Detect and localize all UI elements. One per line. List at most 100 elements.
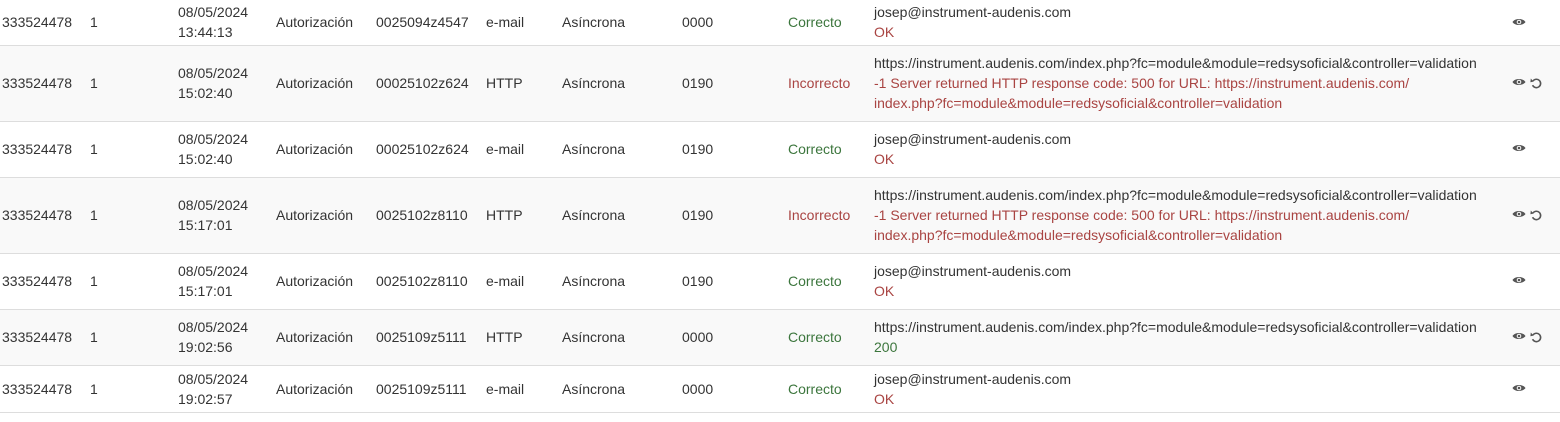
eye-icon[interactable] [1512, 383, 1528, 397]
code-cell: 0190 [682, 177, 788, 253]
channel-cell: HTTP [486, 177, 562, 253]
mode-cell: Asíncrona [562, 121, 682, 177]
retry-icon[interactable] [1530, 331, 1546, 345]
eye-icon[interactable] [1512, 17, 1528, 31]
status-badge: Correcto [788, 141, 842, 157]
detail-cell: https://instrument.audenis.com/index.php… [874, 45, 1496, 121]
eye-icon[interactable] [1512, 77, 1528, 91]
code-cell: 0000 [682, 309, 788, 365]
terminal-number: 1 [90, 14, 98, 31]
channel-type: e-mail [486, 273, 525, 289]
mode-cell: Asíncrona [562, 365, 682, 412]
terminal-cell: 1 [72, 365, 162, 412]
eye-icon[interactable] [1512, 209, 1528, 223]
operation-type: Autorización [276, 380, 354, 397]
datetime-cell: 08/05/2024 15:17:01 [162, 177, 276, 253]
date-text: 08/05/2024 [178, 131, 249, 147]
terminal-cell: 1 [72, 309, 162, 365]
table-body: 333524478 1 08/05/2024 13:44:13 Autorización… [0, 0, 1560, 412]
merchant-cell: 333524478 [0, 45, 72, 121]
type-cell: Autorización [276, 0, 376, 45]
type-cell: Autorización [276, 177, 376, 253]
terminal-cell: 1 [72, 253, 162, 309]
operation-type: Autorización [276, 141, 354, 157]
merchant-code: 333524478 [2, 141, 73, 157]
status-badge: Incorrecto [788, 75, 851, 91]
eye-icon[interactable] [1512, 275, 1528, 289]
code-cell: 0190 [682, 121, 788, 177]
merchant-cell: 333524478 [0, 121, 72, 177]
destination-text: josep@instrument-audenis.com [874, 370, 1072, 387]
terminal-cell: 1 [72, 45, 162, 121]
terminal-number: 1 [90, 207, 98, 223]
table-row: 333524478 1 08/05/2024 19:02:56 Autorización… [0, 309, 1560, 365]
notification-mode: Asíncrona [562, 207, 626, 223]
datetime-cell: 08/05/2024 19:02:56 [162, 309, 276, 365]
detail-cell: josep@instrument-audenis.com OK [874, 253, 1496, 309]
datetime-cell: 08/05/2024 19:02:57 [162, 365, 276, 412]
terminal-number: 1 [90, 141, 98, 157]
type-cell: Autorización [276, 365, 376, 412]
merchant-code: 333524478 [2, 380, 73, 397]
response-text: OK [874, 151, 895, 167]
channel-type: e-mail [486, 141, 525, 157]
channel-type: HTTP [486, 329, 523, 345]
actions-cell [1496, 121, 1560, 177]
response-code: 0190 [682, 75, 714, 91]
response-text: OK [874, 283, 895, 299]
channel-cell: e-mail [486, 0, 562, 45]
retry-icon[interactable] [1530, 209, 1546, 223]
notifications-table: 333524478 1 08/05/2024 13:44:13 Autorización… [0, 0, 1560, 413]
table-row: 333524478 1 08/05/2024 13:44:13 Autorización… [0, 0, 1560, 45]
channel-type: e-mail [486, 14, 525, 31]
merchant-cell: 333524478 [0, 253, 72, 309]
table-row: 333524478 1 08/05/2024 15:02:40 Autorización… [0, 121, 1560, 177]
channel-type: HTTP [486, 207, 523, 223]
destination-text: https://instrument.audenis.com/index.php… [874, 187, 1477, 203]
response-text: OK [874, 390, 895, 407]
terminal-number: 1 [90, 329, 98, 345]
destination-text: josep@instrument-audenis.com [874, 131, 1072, 147]
mode-cell: Asíncrona [562, 0, 682, 45]
merchant-cell: 333524478 [0, 0, 72, 45]
channel-cell: HTTP [486, 45, 562, 121]
status-badge: Correcto [788, 14, 842, 31]
code-cell: 0000 [682, 0, 788, 45]
terminal-cell: 1 [72, 177, 162, 253]
operation-type: Autorización [276, 75, 354, 91]
order-number: 0025102z8110 [376, 273, 468, 289]
channel-cell: e-mail [486, 121, 562, 177]
response-code: 0190 [682, 207, 714, 223]
detail-cell: josep@instrument-audenis.com OK [874, 365, 1496, 412]
order-number: 0025094z4547 [376, 14, 469, 31]
terminal-cell: 1 [72, 121, 162, 177]
eye-icon[interactable] [1512, 143, 1528, 157]
time-text: 15:02:40 [178, 151, 233, 167]
mode-cell: Asíncrona [562, 253, 682, 309]
notification-mode: Asíncrona [562, 75, 626, 91]
order-number: 00025102z624 [376, 75, 469, 91]
actions-cell [1496, 0, 1560, 45]
status-cell: Correcto [788, 309, 874, 365]
response-text-continued: index.php?fc=module&module=redsysoficial… [874, 227, 1283, 243]
status-cell: Incorrecto [788, 45, 874, 121]
operation-type: Autorización [276, 14, 354, 31]
date-text: 08/05/2024 [178, 370, 249, 387]
response-code: 0000 [682, 329, 714, 345]
response-code: 0000 [682, 14, 714, 31]
retry-icon[interactable] [1530, 77, 1546, 91]
table-row: 333524478 1 08/05/2024 15:02:40 Autorización… [0, 45, 1560, 121]
operation-type: Autorización [276, 273, 354, 289]
operation-type: Autorización [276, 207, 354, 223]
order-cell: 0025094z4547 [376, 0, 486, 45]
order-number: 0025109z5111 [376, 380, 467, 397]
mode-cell: Asíncrona [562, 309, 682, 365]
time-text: 15:17:01 [178, 283, 233, 299]
eye-icon[interactable] [1512, 331, 1528, 345]
notification-mode: Asíncrona [562, 273, 626, 289]
actions-cell [1496, 253, 1560, 309]
status-cell: Correcto [788, 365, 874, 412]
status-badge: Incorrecto [788, 207, 851, 223]
status-badge: Correcto [788, 329, 842, 345]
channel-cell: e-mail [486, 365, 562, 412]
